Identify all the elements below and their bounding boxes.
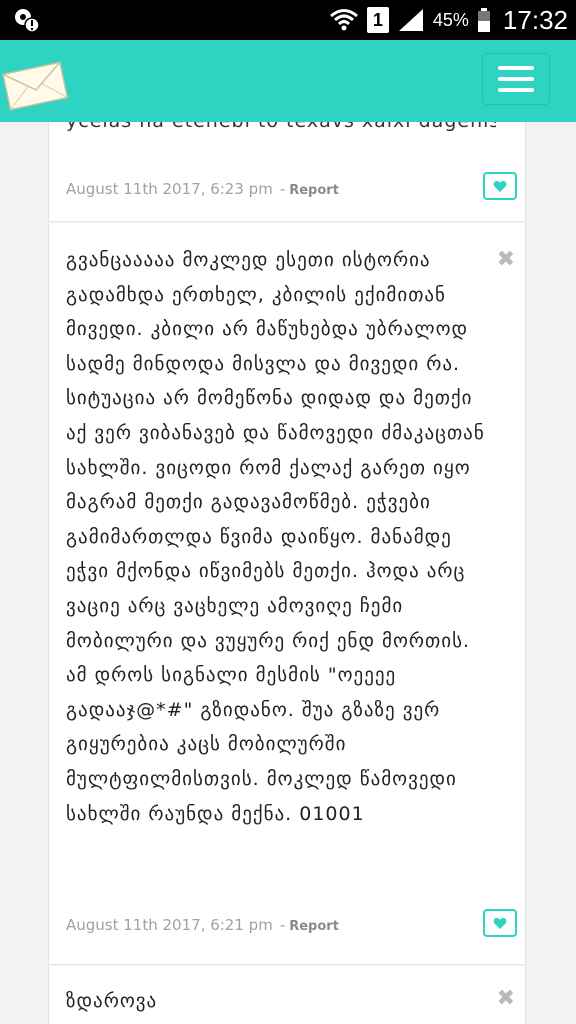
comment-card: გვანცააააა მოკლედ ესეთი ისტორია გადამხდა…	[48, 223, 526, 965]
comment-meta: August 11th 2017, 6:21 pm - Report	[66, 916, 339, 934]
sim-indicator: 1	[366, 7, 389, 33]
comment-date: August 11th 2017, 6:23 pm	[66, 180, 273, 198]
comments-list: ÿcelas na etenebi to texavs xaixi dageni…	[0, 122, 576, 1024]
comment-text: ÿcelas na etenebi to texavs xaixi dageni…	[66, 122, 496, 139]
menu-button[interactable]	[482, 53, 550, 105]
app-header	[0, 40, 576, 122]
like-button[interactable]	[483, 909, 517, 937]
wifi-icon	[329, 9, 358, 31]
settings-notification-icon	[12, 6, 42, 34]
report-link[interactable]: Report	[289, 919, 339, 934]
close-icon[interactable]: ✖	[497, 247, 515, 272]
comment-card: ზდაროვა ✖	[48, 966, 526, 1024]
meta-separator: -	[279, 180, 286, 198]
comment-text: გვანცააააა მოკლედ ესეთი ისტორია გადამხდა…	[66, 249, 485, 825]
status-indicators: 1 45% 17:32	[329, 0, 568, 40]
comment-meta: August 11th 2017, 6:23 pm - Report	[66, 180, 339, 198]
status-bar: 1 45% 17:32	[0, 0, 576, 40]
envelope-icon[interactable]	[2, 58, 69, 112]
heart-icon	[493, 917, 507, 929]
meta-separator: -	[279, 916, 286, 934]
report-link[interactable]: Report	[289, 183, 339, 198]
like-button[interactable]	[483, 172, 517, 200]
comment-date: August 11th 2017, 6:21 pm	[66, 916, 273, 934]
hamburger-menu-icon	[498, 66, 534, 70]
battery-icon	[477, 8, 490, 32]
comment-card: ÿcelas na etenebi to texavs xaixi dageni…	[48, 122, 526, 222]
close-icon[interactable]: ✖	[497, 986, 515, 1011]
comment-text: ზდაროვა	[66, 990, 158, 1012]
battery-percent: 45%	[432, 9, 469, 30]
heart-icon	[493, 180, 507, 192]
signal-icon	[398, 9, 423, 31]
clock: 17:32	[502, 4, 568, 35]
